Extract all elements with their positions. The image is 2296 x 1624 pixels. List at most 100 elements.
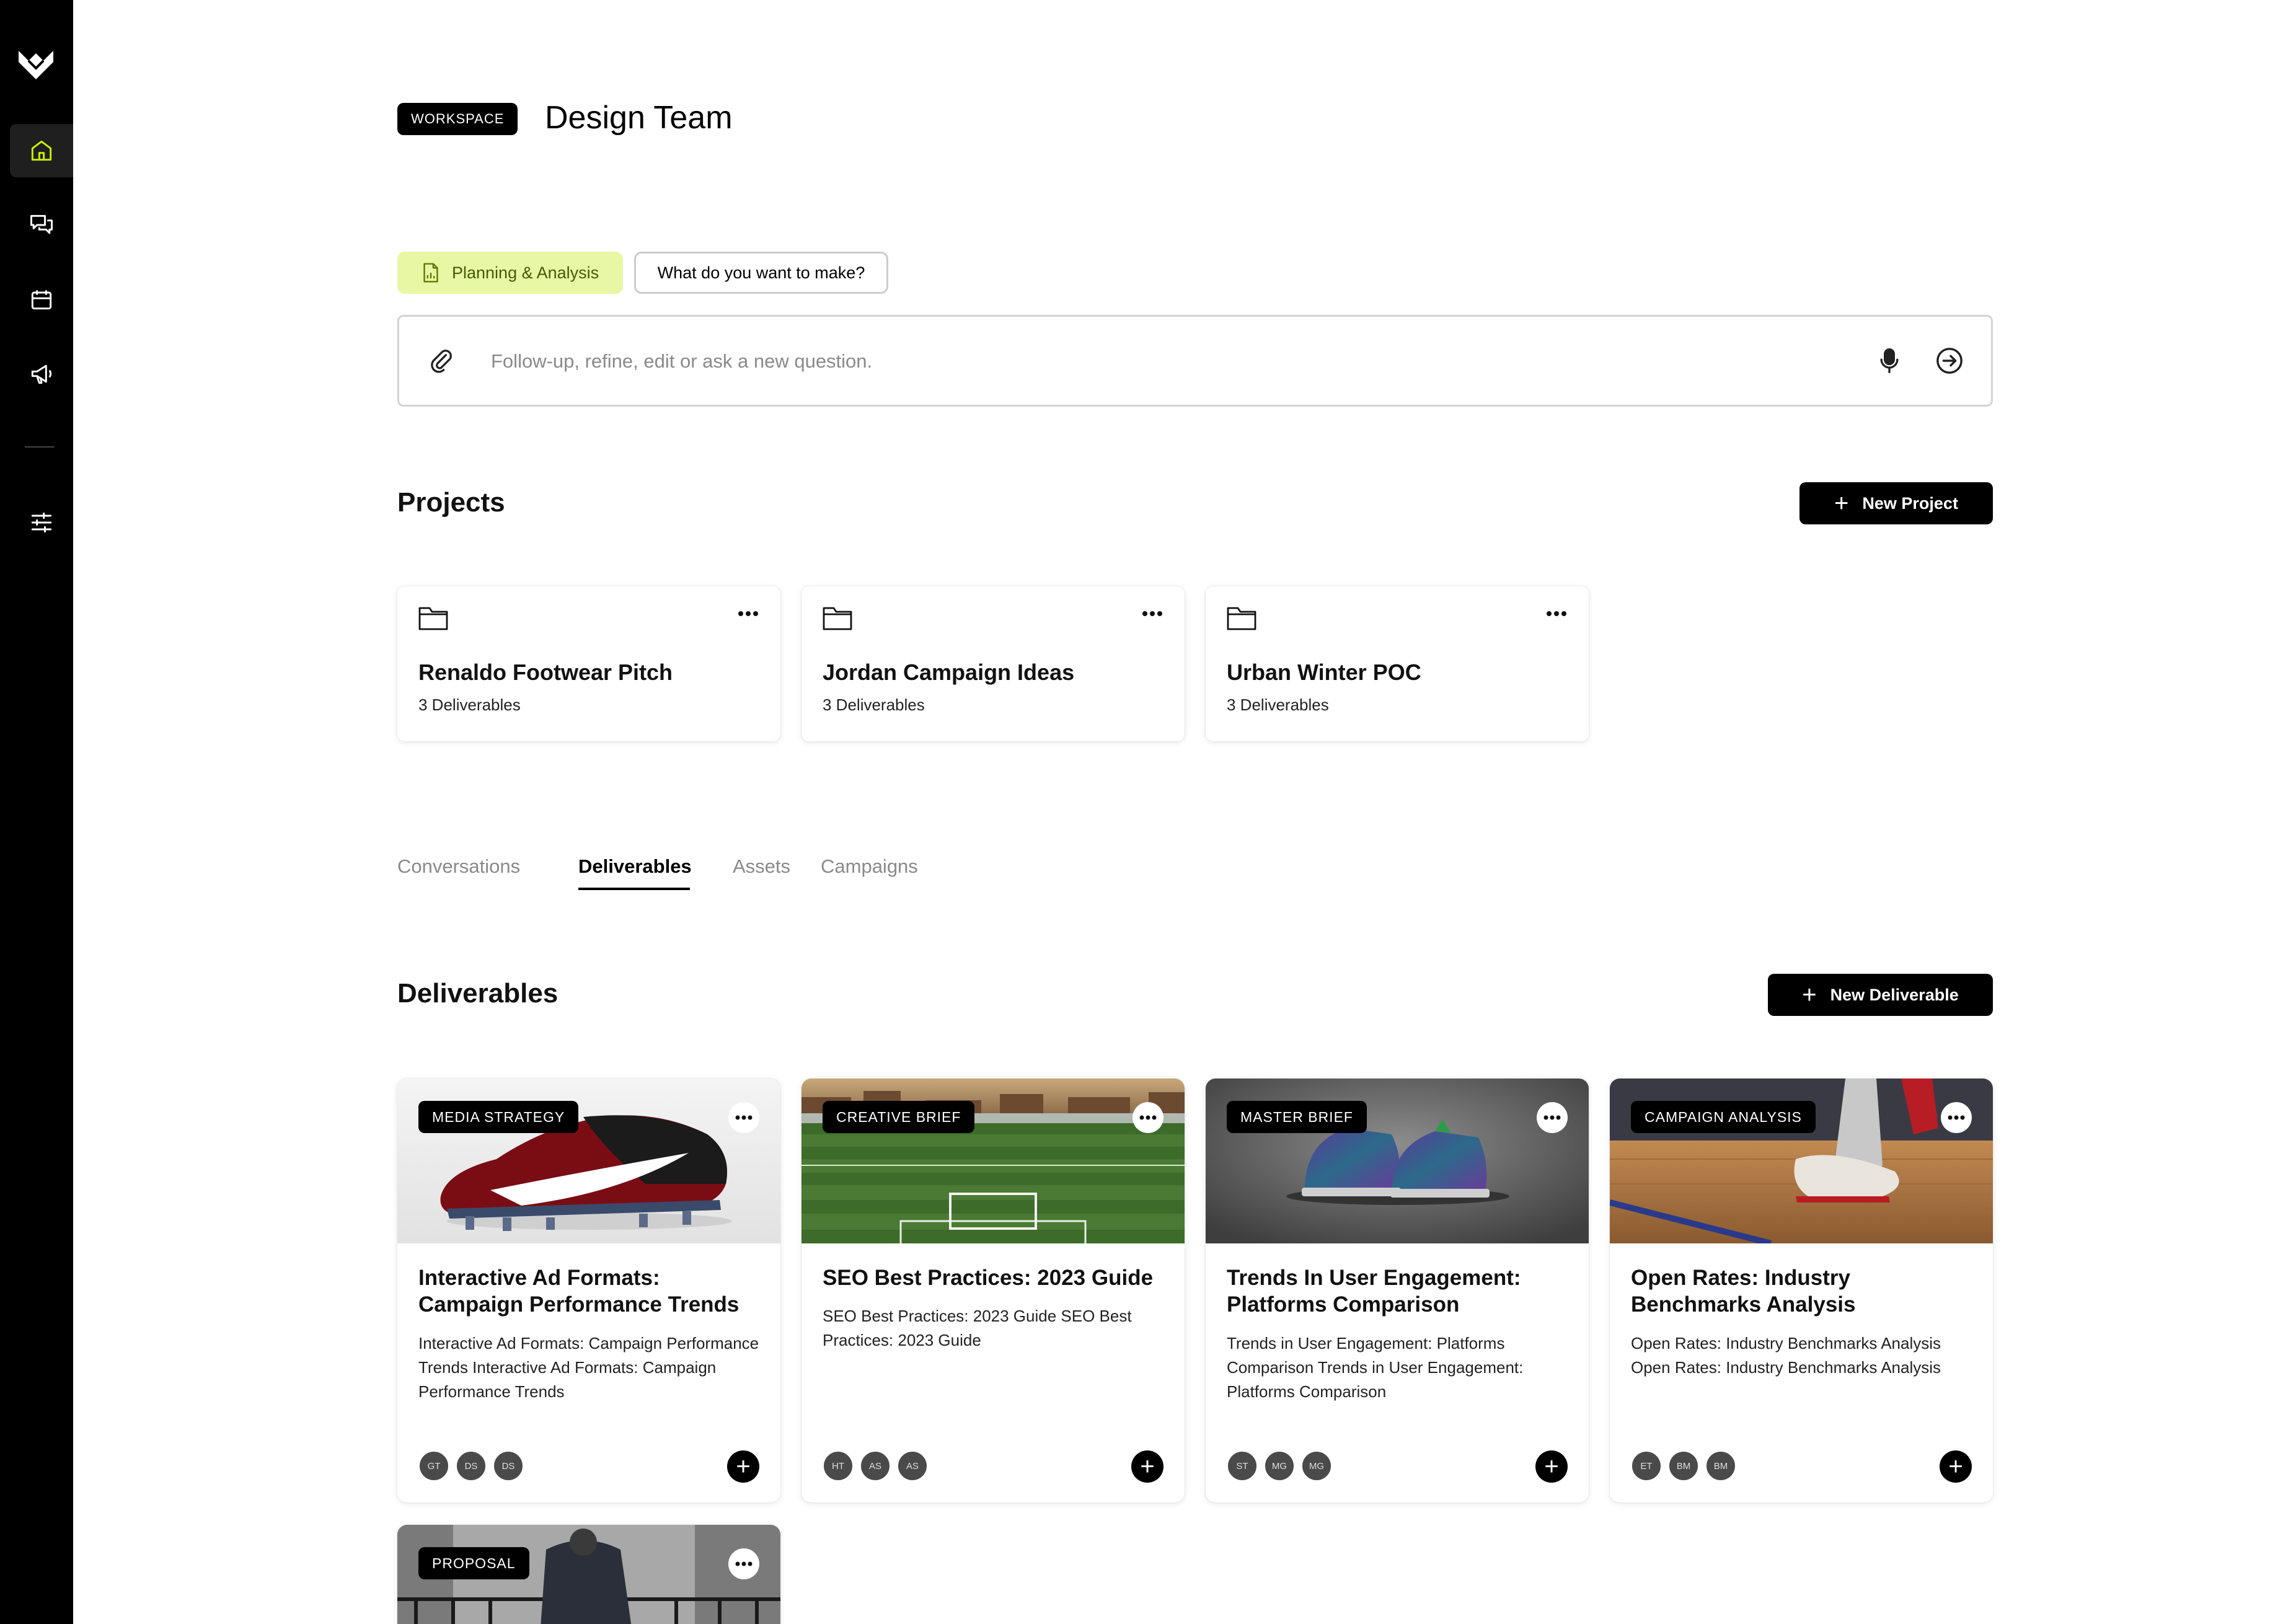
add-collaborator-button[interactable]: + bbox=[1940, 1450, 1972, 1483]
sidebar-item-calendar[interactable] bbox=[10, 273, 73, 326]
more-options-icon bbox=[1948, 1115, 1965, 1120]
calendar-icon bbox=[31, 290, 52, 310]
avatar: ET bbox=[1631, 1450, 1662, 1481]
report-icon bbox=[423, 263, 438, 283]
avatar: ST bbox=[1227, 1450, 1258, 1481]
avatar: AS bbox=[860, 1450, 891, 1481]
main-content: WORKSPACE Design Team Planning & Analysi… bbox=[397, 0, 1993, 1624]
deliverable-title: Open Rates: Industry Benchmarks Analysis bbox=[1631, 1266, 1856, 1317]
avatar: BM bbox=[1705, 1450, 1736, 1481]
tab-assets[interactable]: Assets bbox=[733, 855, 790, 878]
project-card[interactable]: Renaldo Footwear Pitch 3 Deliverables bbox=[397, 586, 780, 741]
deliverable-type-badge: CAMPAIGN ANALYSIS bbox=[1631, 1101, 1816, 1133]
collaborator-avatars: HT AS AS bbox=[823, 1450, 934, 1481]
page-title: Design Team bbox=[545, 100, 733, 136]
more-options-icon bbox=[1543, 1115, 1561, 1120]
deliverable-title: Interactive Ad Formats: Campaign Perform… bbox=[418, 1266, 740, 1317]
collaborator-avatars: ET BM BM bbox=[1631, 1450, 1742, 1481]
project-card[interactable]: Jordan Campaign Ideas 3 Deliverables bbox=[801, 586, 1185, 741]
plus-icon: + bbox=[1834, 490, 1849, 517]
deliverable-card[interactable]: MEDIA STRATEGY Interactive Ad Formats: C… bbox=[397, 1079, 780, 1503]
more-options-icon bbox=[735, 1115, 753, 1120]
home-icon bbox=[31, 140, 52, 161]
deliverable-type-badge: MEDIA STRATEGY bbox=[418, 1101, 579, 1133]
project-deliverable-count: 3 Deliverables bbox=[823, 695, 925, 714]
avatar: GT bbox=[418, 1450, 449, 1481]
more-options-icon[interactable] bbox=[737, 610, 759, 617]
project-name: Jordan Campaign Ideas bbox=[823, 660, 1075, 685]
deliverables-title: Deliverables bbox=[397, 978, 559, 1008]
megaphone-icon bbox=[31, 364, 52, 384]
collaborator-avatars: GT DS DS bbox=[418, 1450, 530, 1481]
what-to-make-chip[interactable]: What do you want to make? bbox=[634, 252, 888, 294]
add-collaborator-button[interactable]: + bbox=[727, 1450, 759, 1483]
avatar: DS bbox=[456, 1450, 487, 1481]
plus-icon: + bbox=[1802, 981, 1817, 1008]
deliverable-type-badge: PROPOSAL bbox=[418, 1547, 529, 1579]
more-options-icon bbox=[1139, 1115, 1157, 1120]
more-options-button[interactable] bbox=[1941, 1102, 1972, 1133]
deliverable-type-badge: CREATIVE BRIEF bbox=[823, 1101, 975, 1133]
new-deliverable-label: New Deliverable bbox=[1830, 985, 1959, 1004]
paperclip-icon[interactable] bbox=[428, 347, 455, 374]
planning-analysis-label: Planning & Analysis bbox=[452, 263, 599, 282]
avatar: HT bbox=[823, 1450, 854, 1481]
deliverable-title: Trends In User Engagement: Platforms Com… bbox=[1227, 1266, 1521, 1317]
avatar: DS bbox=[493, 1450, 524, 1481]
deliverable-description: Open Rates: Industry Benchmarks Analysis… bbox=[1631, 1334, 1941, 1377]
workspace-badge: WORKSPACE bbox=[397, 103, 518, 135]
sidebar-item-settings[interactable] bbox=[10, 496, 73, 549]
project-name: Urban Winter POC bbox=[1227, 660, 1421, 685]
sidebar-item-chat[interactable] bbox=[10, 198, 73, 252]
brand-logo[interactable] bbox=[17, 46, 55, 83]
deliverable-description: SEO Best Practices: 2023 Guide SEO Best … bbox=[823, 1307, 1132, 1349]
folder-icon bbox=[823, 607, 852, 630]
more-options-icon[interactable] bbox=[1141, 610, 1163, 617]
deliverable-type-badge: MASTER BRIEF bbox=[1227, 1101, 1367, 1133]
project-deliverable-count: 3 Deliverables bbox=[418, 695, 521, 714]
project-card[interactable]: Urban Winter POC 3 Deliverables bbox=[1206, 586, 1589, 741]
add-collaborator-button[interactable]: + bbox=[1535, 1450, 1568, 1483]
more-options-icon bbox=[735, 1561, 753, 1566]
tab-deliverables[interactable]: Deliverables bbox=[578, 855, 692, 878]
avatar: MG bbox=[1264, 1450, 1295, 1481]
active-tab-indicator bbox=[578, 888, 690, 890]
tab-conversations[interactable]: Conversations bbox=[397, 855, 520, 878]
avatar: MG bbox=[1301, 1450, 1332, 1481]
sidebar-item-home[interactable] bbox=[10, 124, 73, 177]
folder-icon bbox=[1227, 607, 1256, 630]
send-icon[interactable] bbox=[1935, 346, 1964, 375]
deliverable-card[interactable]: CREATIVE BRIEF SEO Best Practices: 2023 … bbox=[801, 1079, 1185, 1503]
microphone-icon[interactable] bbox=[1877, 347, 1902, 374]
more-options-button[interactable] bbox=[1133, 1102, 1163, 1133]
project-deliverable-count: 3 Deliverables bbox=[1227, 695, 1329, 714]
deliverable-card[interactable]: PROPOSAL bbox=[397, 1525, 780, 1624]
new-project-button[interactable]: + New Project bbox=[1799, 482, 1993, 524]
more-options-button[interactable] bbox=[728, 1102, 759, 1133]
new-deliverable-button[interactable]: + New Deliverable bbox=[1768, 974, 1993, 1016]
more-options-button[interactable] bbox=[728, 1548, 759, 1579]
deliverable-description: Interactive Ad Formats: Campaign Perform… bbox=[418, 1334, 759, 1401]
sidebar-item-campaigns[interactable] bbox=[10, 347, 73, 400]
avatar: BM bbox=[1668, 1450, 1699, 1481]
prompt-bar bbox=[397, 315, 1993, 407]
collaborator-avatars: ST MG MG bbox=[1227, 1450, 1338, 1481]
more-options-button[interactable] bbox=[1537, 1102, 1568, 1133]
sliders-icon bbox=[31, 512, 52, 533]
tab-campaigns[interactable]: Campaigns bbox=[821, 855, 918, 878]
project-name: Renaldo Footwear Pitch bbox=[418, 660, 673, 685]
sidebar-divider bbox=[25, 446, 55, 448]
deliverable-card[interactable]: CAMPAIGN ANALYSIS Open Rates: Industry B… bbox=[1610, 1079, 1993, 1503]
add-collaborator-button[interactable]: + bbox=[1131, 1450, 1163, 1483]
deliverable-card[interactable]: MASTER BRIEF Trends In User Engagement: … bbox=[1206, 1079, 1589, 1503]
chat-icon bbox=[30, 214, 53, 234]
deliverable-description: Trends in User Engagement: Platforms Com… bbox=[1227, 1334, 1524, 1401]
planning-analysis-chip[interactable]: Planning & Analysis bbox=[397, 252, 623, 294]
prompt-input[interactable] bbox=[491, 345, 1793, 377]
folder-icon bbox=[418, 607, 448, 630]
avatar: AS bbox=[897, 1450, 928, 1481]
projects-title: Projects bbox=[397, 487, 505, 518]
sidebar bbox=[0, 0, 73, 1624]
deliverable-title: SEO Best Practices: 2023 Guide bbox=[823, 1266, 1154, 1290]
more-options-icon[interactable] bbox=[1545, 610, 1568, 617]
